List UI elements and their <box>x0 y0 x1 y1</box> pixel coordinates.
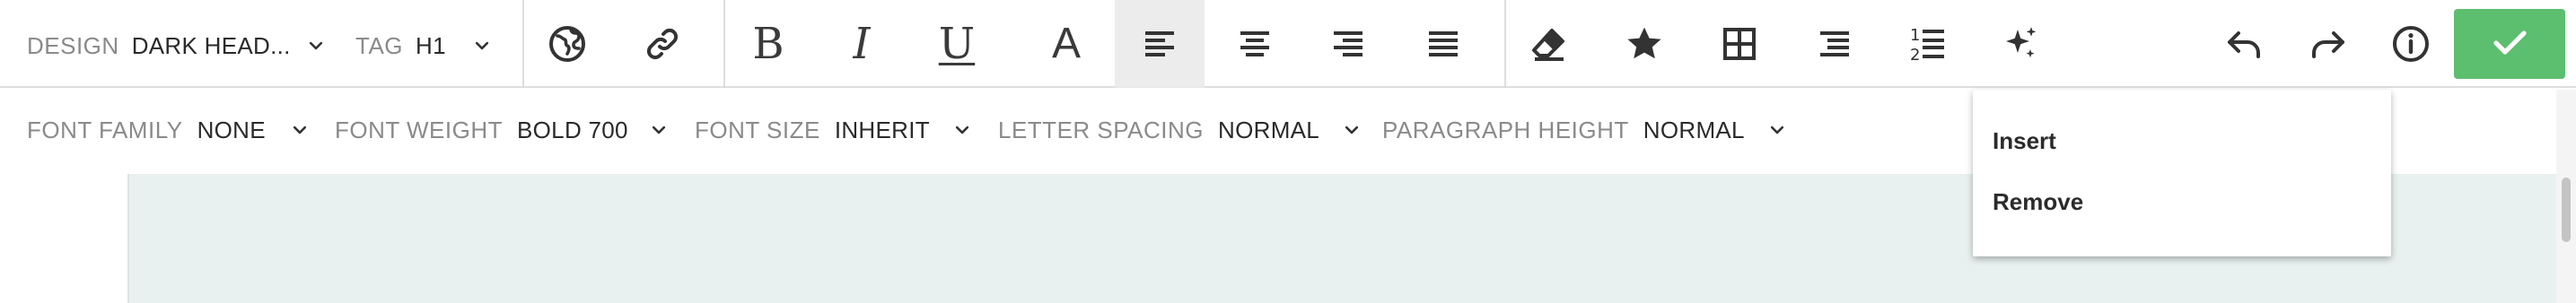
chevron-down-icon <box>469 33 495 58</box>
align-left-icon <box>1138 22 1181 65</box>
undo-icon <box>2222 22 2265 65</box>
scrollbar-thumb[interactable] <box>2562 177 2571 242</box>
info-button[interactable] <box>2366 0 2456 88</box>
letter-spacing-select[interactable]: LETTER SPACING NORMAL <box>998 112 1364 148</box>
font-size-select[interactable]: FONT SIZE INHERIT <box>695 112 975 148</box>
sparkle-icon <box>2000 22 2043 65</box>
vertical-scrollbar[interactable] <box>2556 90 2576 303</box>
italic-icon: I <box>853 19 871 69</box>
design-select[interactable]: DESIGN DARK HEAD... <box>27 28 329 64</box>
favorite-button[interactable] <box>1599 0 1689 88</box>
info-icon <box>2389 22 2432 65</box>
numbered-list-icon: 12 <box>1906 22 1950 65</box>
numbered-list-button[interactable]: 12 <box>1883 0 1973 88</box>
letter-spacing-value: NORMAL <box>1218 116 1320 143</box>
align-center-button[interactable] <box>1210 0 1300 88</box>
font-weight-value: BOLD 700 <box>517 116 628 143</box>
confirm-button[interactable] <box>2454 9 2565 79</box>
align-left-button[interactable] <box>1115 0 1205 88</box>
underline-icon: U <box>938 19 976 69</box>
chevron-down-icon <box>303 33 329 58</box>
link-button[interactable] <box>618 0 707 88</box>
tag-select[interactable]: TAG H1 <box>355 28 495 64</box>
paragraph-height-select[interactable]: PARAGRAPH HEIGHT NORMAL <box>1382 112 1790 148</box>
tag-label: TAG <box>355 31 404 59</box>
align-right-button[interactable] <box>1303 0 1393 88</box>
italic-button[interactable]: I <box>817 0 907 88</box>
star-icon <box>1623 22 1666 65</box>
chevron-down-icon <box>287 117 312 143</box>
font-weight-select[interactable]: FONT WEIGHT BOLD 700 <box>335 112 671 148</box>
bulleted-list-icon <box>1813 22 1856 65</box>
font-family-label: FONT FAMILY <box>27 116 183 143</box>
bulleted-list-button[interactable] <box>1790 0 1879 88</box>
table-button[interactable] <box>1695 0 1784 88</box>
bold-button[interactable]: B <box>723 0 813 88</box>
letter-spacing-label: LETTER SPACING <box>998 116 1205 143</box>
font-weight-label: FONT WEIGHT <box>335 116 504 143</box>
svg-text:2: 2 <box>1910 46 1920 65</box>
svg-text:1: 1 <box>1910 26 1920 45</box>
menu-item-insert[interactable]: Insert <box>1993 127 2056 155</box>
chevron-down-icon <box>1765 117 1790 143</box>
insert-remove-menu: Insert Remove <box>1973 90 2391 256</box>
chevron-down-icon <box>950 117 975 143</box>
design-label: DESIGN <box>27 31 119 59</box>
table-icon <box>1718 22 1761 65</box>
link-icon <box>641 22 684 65</box>
bold-icon: B <box>752 19 784 69</box>
justify-button[interactable] <box>1398 0 1488 88</box>
undo-button[interactable] <box>2199 0 2289 88</box>
font-family-select[interactable]: FONT FAMILY NONE <box>27 112 312 148</box>
globe-icon <box>546 22 589 65</box>
underline-button[interactable]: U <box>912 0 1002 88</box>
menu-item-remove[interactable]: Remove <box>1993 188 2083 216</box>
redo-button[interactable] <box>2283 0 2373 88</box>
font-size-value: INHERIT <box>834 116 930 143</box>
align-right-icon <box>1327 22 1370 65</box>
globe-button[interactable] <box>522 0 612 88</box>
font-size-label: FONT SIZE <box>695 116 820 143</box>
design-value: DARK HEAD... <box>131 31 291 59</box>
check-icon <box>2488 21 2531 68</box>
ai-assist-button[interactable] <box>1976 0 2066 88</box>
chevron-down-icon <box>1339 117 1364 143</box>
text-color-button[interactable]: A <box>1021 0 1111 88</box>
chevron-down-icon <box>646 117 671 143</box>
align-center-icon <box>1233 22 1276 65</box>
font-family-value: NONE <box>197 116 266 143</box>
paragraph-height-value: NORMAL <box>1643 116 1745 143</box>
tag-value: H1 <box>416 31 446 59</box>
align-justify-icon <box>1422 22 1465 65</box>
redo-icon <box>2307 22 2350 65</box>
main-toolbar: DESIGN DARK HEAD... TAG H1 B I U A 1 2 <box>0 0 2576 88</box>
text-color-icon: A <box>1051 20 1081 67</box>
clear-format-button[interactable] <box>1504 0 1594 88</box>
eraser-icon <box>1528 22 1571 65</box>
paragraph-height-label: PARAGRAPH HEIGHT <box>1382 116 1629 143</box>
